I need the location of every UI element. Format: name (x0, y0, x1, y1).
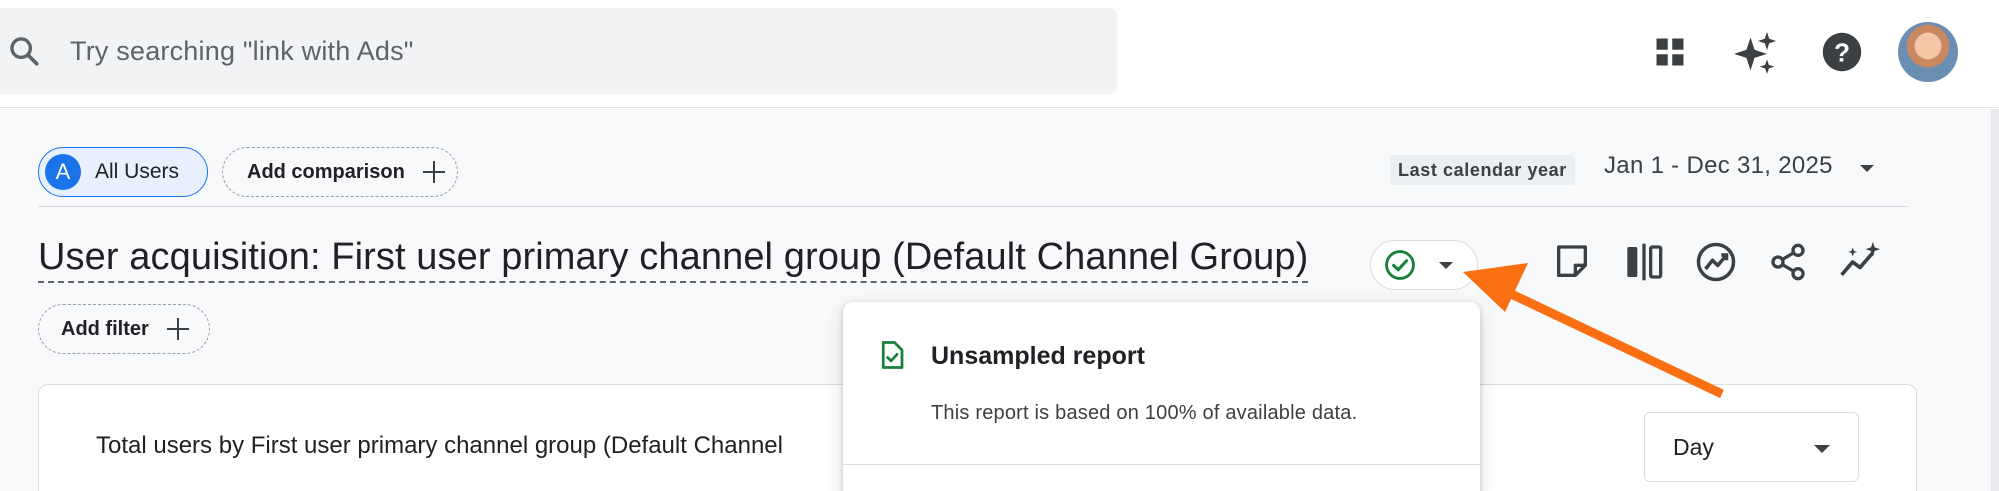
card-title: Total users by First user primary channe… (96, 432, 783, 459)
svg-text:?: ? (1834, 38, 1850, 68)
segment-chip-all-users[interactable]: A All Users (38, 147, 208, 197)
date-preset-label: Last calendar year (1390, 155, 1575, 185)
sampling-popup: Unsampled report This report is based on… (843, 302, 1480, 491)
add-comparison-button[interactable]: Add comparison (222, 147, 458, 197)
verified-document-icon (877, 340, 907, 370)
segment-label: All Users (95, 160, 180, 183)
add-comparison-label: Add comparison (247, 160, 405, 183)
granularity-value: Day (1673, 433, 1714, 460)
chevron-down-icon (1814, 445, 1830, 453)
segment-letter-badge: A (45, 154, 81, 190)
sparkle-icon[interactable] (1730, 26, 1782, 78)
avatar[interactable] (1898, 22, 1958, 82)
page-title[interactable]: User acquisition: First user primary cha… (38, 236, 1309, 283)
share-icon[interactable] (1762, 236, 1814, 288)
search-bar[interactable]: Try searching "link with Ads" (0, 8, 1117, 94)
notes-icon[interactable] (1546, 236, 1598, 288)
popup-title: Unsampled report (931, 342, 1145, 370)
trend-sparkle-icon[interactable] (1834, 236, 1886, 288)
add-filter-label: Add filter (61, 317, 149, 340)
apps-grid-icon[interactable] (1644, 26, 1696, 78)
sampling-status-button[interactable] (1370, 240, 1478, 290)
scrollbar[interactable] (1991, 109, 1999, 491)
chevron-down-icon[interactable] (1860, 165, 1874, 172)
top-bar: Try searching "link with Ads" ? (0, 0, 1999, 108)
search-placeholder: Try searching "link with Ads" (70, 35, 414, 66)
add-filter-button[interactable]: Add filter (38, 304, 210, 354)
divider (843, 464, 1480, 465)
compare-columns-icon[interactable] (1618, 236, 1670, 288)
help-icon[interactable]: ? (1816, 26, 1868, 78)
search-icon (6, 33, 42, 69)
date-range-selector[interactable]: Jan 1 - Dec 31, 2025 (1604, 152, 1833, 180)
popup-description: This report is based on 100% of availabl… (931, 402, 1358, 424)
plus-icon (166, 318, 189, 340)
check-circle-icon (1383, 248, 1417, 282)
chevron-down-icon (1439, 261, 1453, 269)
plus-icon (422, 161, 445, 183)
granularity-select[interactable]: Day (1644, 412, 1859, 482)
insights-icon[interactable] (1690, 236, 1742, 288)
divider (38, 206, 1908, 207)
